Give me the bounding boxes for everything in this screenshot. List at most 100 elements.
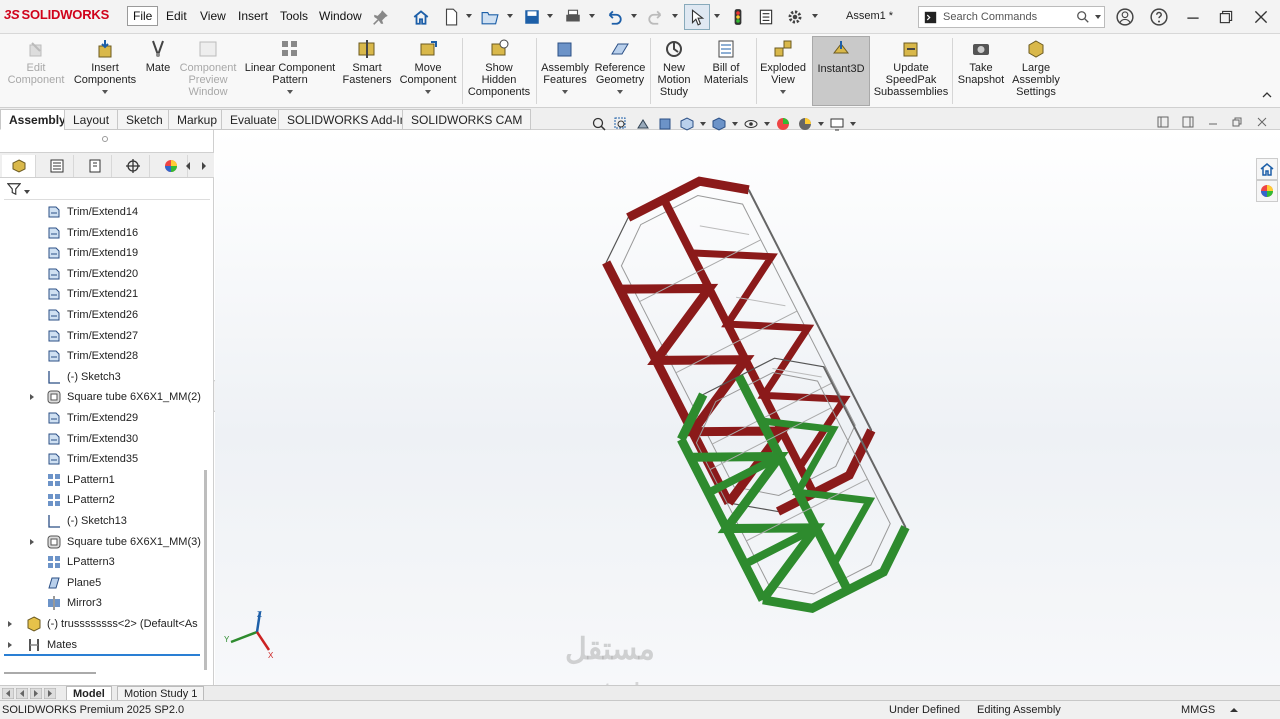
tabs-scroll-right-icon[interactable] (200, 161, 208, 173)
filter-icon[interactable] (7, 182, 21, 196)
doc-minimize-icon[interactable] (1207, 116, 1219, 131)
tree-item[interactable]: Square tube 6X6X1_MM(3) (30, 532, 201, 552)
collapse-ribbon-icon[interactable] (1262, 90, 1272, 100)
view-settings-icon[interactable] (828, 115, 846, 133)
open-dropdown-icon[interactable] (507, 14, 513, 18)
units-menu-icon[interactable] (1230, 705, 1238, 717)
insert-components-button[interactable]: Insert Components (70, 36, 140, 106)
menu-insert[interactable]: Insert (238, 9, 268, 23)
pin-icon[interactable] (370, 6, 392, 28)
graphics-area[interactable]: Y Z X (215, 130, 1280, 685)
show-hidden-components-button[interactable]: Show Hidden Components (465, 36, 533, 106)
exploded-view-dropdown-icon[interactable] (780, 90, 786, 94)
new-motion-study-button[interactable]: New Motion Study (652, 36, 696, 106)
expand-arrow-icon[interactable] (30, 394, 34, 401)
menu-edit[interactable]: Edit (166, 9, 187, 23)
move-component-button[interactable]: Move Component (396, 36, 460, 106)
display-style-dropdown-icon[interactable] (732, 122, 738, 126)
edit-appearance-icon[interactable] (774, 115, 792, 133)
tree-item[interactable]: Trim/Extend19 (46, 243, 138, 263)
tree-item[interactable]: Trim/Extend29 (46, 408, 138, 428)
tree-item[interactable]: Trim/Extend35 (46, 449, 138, 469)
tree-item[interactable]: Trim/Extend20 (46, 264, 138, 284)
prev-tab-icon[interactable] (16, 688, 28, 699)
tree-item[interactable]: Trim/Extend14 (46, 202, 138, 222)
configuration-manager-tab[interactable] (78, 155, 112, 177)
tree-item[interactable]: Trim/Extend26 (46, 305, 138, 325)
mate-button[interactable]: Mate (142, 36, 174, 106)
large-assembly-settings-button[interactable]: Large Assembly Settings (1010, 36, 1062, 106)
assembly-features-button[interactable]: Assembly Features (539, 36, 591, 106)
linear-pattern-dropdown-icon[interactable] (287, 90, 293, 94)
display-manager-tab[interactable] (154, 155, 188, 177)
apply-scene-icon[interactable] (796, 115, 814, 133)
appearance-palette-icon[interactable] (1256, 180, 1278, 202)
linear-component-pattern-button[interactable]: Linear Component Pattern (242, 36, 338, 106)
rebuild-traffic-light-icon[interactable] (727, 6, 749, 28)
view-settings-dropdown-icon[interactable] (850, 122, 856, 126)
file-properties-icon[interactable] (755, 6, 777, 28)
save-icon[interactable] (521, 6, 543, 28)
options-dropdown-icon[interactable] (812, 14, 818, 18)
menu-file[interactable]: File (127, 6, 159, 26)
tab-sketch[interactable]: Sketch (117, 109, 172, 130)
solidworks-logo[interactable]: 3S SOLIDWORKS (4, 7, 109, 22)
tree-item[interactable]: Trim/Extend21 (46, 284, 138, 304)
tabs-scroll-left-icon[interactable] (184, 161, 192, 173)
dynamic-annotation-icon[interactable] (678, 115, 696, 133)
search-commands-box[interactable]: Search Commands (918, 6, 1105, 28)
undo-icon[interactable] (603, 6, 625, 28)
bill-of-materials-button[interactable]: Bill of Materials (698, 36, 754, 106)
tree-item[interactable]: (-) Sketch3 (46, 367, 121, 387)
tree-horizontal-scrollbar[interactable] (4, 672, 96, 674)
print-dropdown-icon[interactable] (589, 14, 595, 18)
tree-item[interactable]: Plane5 (46, 573, 101, 593)
status-units[interactable]: MMGS (1181, 704, 1215, 716)
home-icon[interactable] (410, 6, 432, 28)
property-manager-tab[interactable] (40, 155, 74, 177)
update-speedpak-button[interactable]: Update SpeedPak Subassemblies (874, 36, 948, 106)
tree-filter-bar[interactable] (4, 180, 210, 200)
tree-vertical-scrollbar[interactable] (204, 470, 207, 670)
move-component-dropdown-icon[interactable] (425, 90, 431, 94)
tab-solidworks-cam[interactable]: SOLIDWORKS CAM (402, 109, 532, 130)
menu-view[interactable]: View (200, 9, 226, 23)
view-home-icon[interactable] (1256, 158, 1278, 180)
tab-evaluate[interactable]: Evaluate (221, 109, 286, 130)
component-preview-window-button[interactable]: Component Preview Window (176, 36, 240, 106)
truss-model-render[interactable]: Y Z X (215, 130, 1280, 685)
tree-item[interactable]: (-) Sketch13 (46, 511, 127, 531)
tree-item[interactable]: LPattern3 (46, 552, 115, 572)
open-folder-icon[interactable] (479, 6, 501, 28)
panel-handle-icon[interactable] (102, 136, 108, 142)
last-tab-icon[interactable] (44, 688, 56, 699)
take-snapshot-button[interactable]: Take Snapshot (954, 36, 1008, 106)
green-truss-part[interactable] (668, 340, 920, 626)
options-gear-icon[interactable] (784, 6, 806, 28)
previous-view-icon[interactable] (634, 115, 652, 133)
scene-dropdown-icon[interactable] (818, 122, 824, 126)
first-tab-icon[interactable] (2, 688, 14, 699)
new-document-icon[interactable] (440, 6, 462, 28)
undo-dropdown-icon[interactable] (631, 14, 637, 18)
minimize-window-icon[interactable] (1182, 6, 1204, 28)
hide-show-items-icon[interactable] (742, 115, 760, 133)
tree-root-item[interactable]: (-) trussssssss<2> (Default<As (8, 614, 198, 634)
zoom-to-area-icon[interactable] (612, 115, 630, 133)
close-window-icon[interactable] (1250, 6, 1272, 28)
tree-item[interactable]: Trim/Extend30 (46, 429, 138, 449)
doc-close-icon[interactable] (1256, 116, 1268, 131)
tab-motion-study-1[interactable]: Motion Study 1 (117, 686, 205, 701)
feature-tree-tab[interactable] (2, 155, 36, 177)
reference-geometry-dropdown-icon[interactable] (617, 90, 623, 94)
redo-icon[interactable] (645, 6, 667, 28)
assembly-features-dropdown-icon[interactable] (562, 90, 568, 94)
print-icon[interactable] (562, 6, 584, 28)
doc-tile-right-icon[interactable] (1182, 116, 1194, 131)
edit-component-button[interactable]: Edit Component (4, 36, 68, 106)
search-icon[interactable] (1076, 10, 1090, 24)
instant3d-button[interactable]: Instant3D (812, 36, 870, 106)
exploded-view-button[interactable]: Exploded View (758, 36, 808, 106)
tree-item[interactable]: Trim/Extend16 (46, 223, 138, 243)
expand-arrow-icon[interactable] (8, 621, 12, 627)
